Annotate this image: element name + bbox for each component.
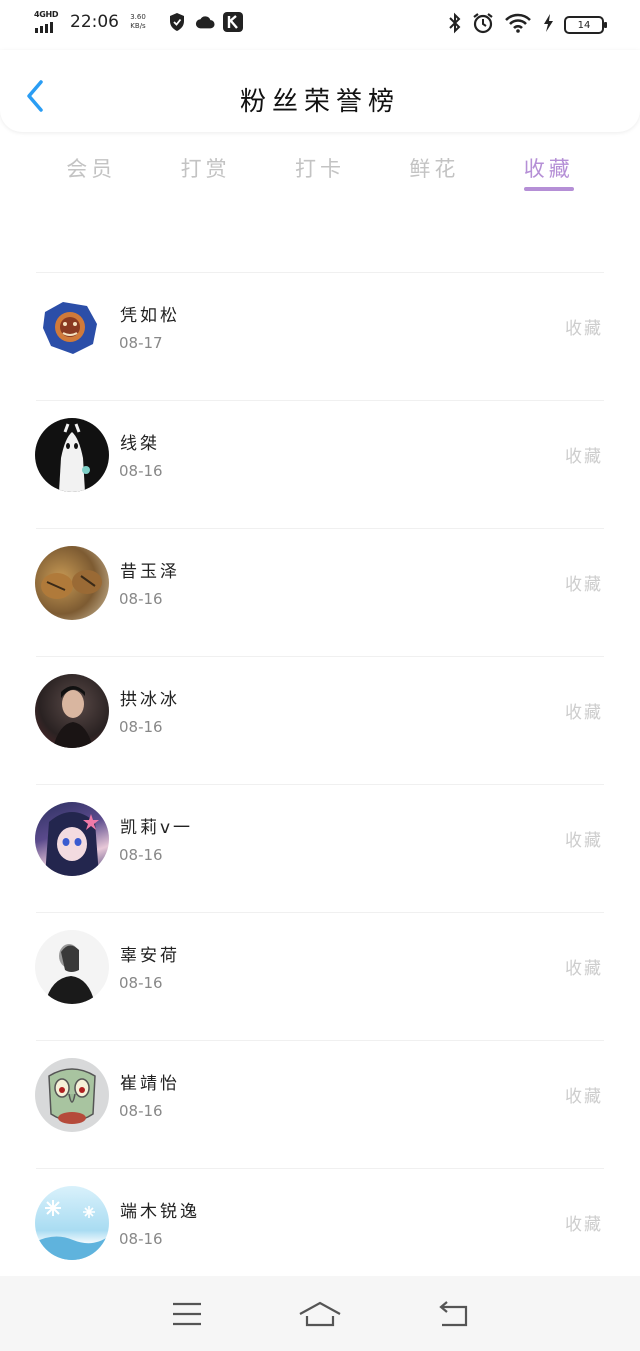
tab-label: 鲜花 (409, 157, 460, 181)
item-date: 08-16 (119, 590, 163, 608)
item-name: 辜安荷 (120, 946, 180, 966)
divider (36, 400, 604, 401)
tab-reward[interactable]: 打赏 (170, 140, 242, 200)
favorite-label[interactable]: 收藏 (565, 314, 603, 339)
app-header: 粉丝荣誉榜 (0, 50, 640, 132)
status-right: 14 (448, 12, 607, 38)
back-nav-button[interactable] (428, 1294, 478, 1334)
item-date: 08-16 (119, 462, 163, 480)
item-date: 08-16 (119, 846, 163, 864)
status-left: 4GHD 22:06 3.60 KB/s (34, 10, 243, 34)
divider (36, 656, 604, 657)
menu-icon (172, 1302, 201, 1325)
fan-list[interactable]: 08-17 凭如松 08-17 收藏 线桀 08-16 (0, 206, 640, 1276)
list-item[interactable]: 崔靖怡 08-16 收藏 (0, 1040, 640, 1168)
battery-level: 14 (577, 19, 591, 31)
item-date: 08-16 (119, 718, 163, 736)
divider (36, 272, 604, 273)
avatar (35, 930, 109, 1004)
item-date: 08-17 (119, 334, 163, 352)
tab-label: 会员 (66, 157, 117, 181)
favorite-label[interactable]: 收藏 (565, 570, 603, 595)
bluetooth-icon (448, 12, 462, 38)
item-name: 端木锐逸 (120, 1202, 200, 1222)
favorite-label[interactable]: 收藏 (565, 1082, 603, 1107)
network-type: 4GHD (34, 10, 59, 19)
shield-icon (167, 12, 187, 32)
tab-label: 打赏 (180, 157, 231, 181)
tab-active-indicator (523, 187, 574, 191)
tab-flowers[interactable]: 鲜花 (398, 140, 470, 200)
favorite-label[interactable]: 收藏 (565, 1210, 603, 1235)
avatar (35, 802, 109, 876)
item-date: 08-16 (119, 1230, 163, 1248)
tab-member[interactable]: 会员 (55, 140, 127, 200)
avatar (35, 418, 109, 492)
favorite-label[interactable]: 收藏 (565, 954, 603, 979)
avatar (35, 674, 109, 748)
tab-label: 打卡 (294, 157, 345, 181)
divider (36, 784, 604, 785)
item-name: 凯莉v一 (120, 818, 194, 838)
tab-checkin[interactable]: 打卡 (284, 140, 356, 200)
home-button[interactable] (295, 1294, 345, 1334)
divider (36, 528, 604, 529)
divider (36, 1040, 604, 1041)
status-bar: 4GHD 22:06 3.60 KB/s 14 (0, 0, 640, 50)
item-date: 08-16 (119, 1102, 163, 1120)
tab-favorites[interactable]: 收藏 (513, 140, 585, 200)
list-item[interactable]: 端木锐逸 08-16 收藏 (0, 1168, 640, 1276)
tab-label: 收藏 (523, 157, 574, 181)
alarm-icon (472, 12, 494, 38)
clock: 22:06 (70, 12, 119, 32)
list-item[interactable]: 昔玉泽 08-16 收藏 (0, 528, 640, 656)
avatar (35, 546, 109, 620)
signal-icon: 4GHD (34, 10, 62, 34)
favorite-label[interactable]: 收藏 (565, 698, 603, 723)
avatar (35, 1186, 109, 1260)
battery-icon: 14 (564, 16, 607, 34)
item-name: 线桀 (120, 434, 160, 454)
speed-unit: KB/s (130, 22, 146, 30)
back-icon (439, 1300, 468, 1326)
divider (36, 912, 604, 913)
system-nav-bar (0, 1276, 640, 1351)
menu-button[interactable] (162, 1294, 212, 1334)
list-item[interactable]: 拱冰冰 08-16 收藏 (0, 656, 640, 784)
speed-value: 3.60 (130, 13, 146, 21)
list-item[interactable]: 辜安荷 08-16 收藏 (0, 912, 640, 1040)
avatar (35, 1058, 109, 1132)
item-date: 08-16 (119, 974, 163, 992)
favorite-label[interactable]: 收藏 (565, 442, 603, 467)
list-item[interactable]: 08-17 (0, 206, 640, 226)
list-item[interactable]: 凯莉v一 08-16 收藏 (0, 784, 640, 912)
charging-icon (542, 13, 554, 37)
avatar (35, 290, 109, 364)
list-item[interactable]: 线桀 08-16 收藏 (0, 400, 640, 528)
tab-bar: 会员 打赏 打卡 鲜花 收藏 (0, 140, 640, 206)
list-item[interactable]: 凭如松 08-17 收藏 (0, 272, 640, 400)
cloud-icon (195, 12, 215, 32)
item-name: 昔玉泽 (120, 562, 180, 582)
item-name: 崔靖怡 (120, 1074, 180, 1094)
favorite-label[interactable]: 收藏 (565, 826, 603, 851)
item-name: 拱冰冰 (120, 690, 180, 710)
k-app-icon (223, 12, 243, 32)
home-icon (299, 1301, 341, 1326)
item-name: 凭如松 (120, 306, 180, 326)
page-title: 粉丝荣誉榜 (239, 87, 400, 117)
network-speed: 3.60 KB/s (127, 13, 149, 31)
wifi-icon (504, 13, 532, 37)
divider (36, 1168, 604, 1169)
